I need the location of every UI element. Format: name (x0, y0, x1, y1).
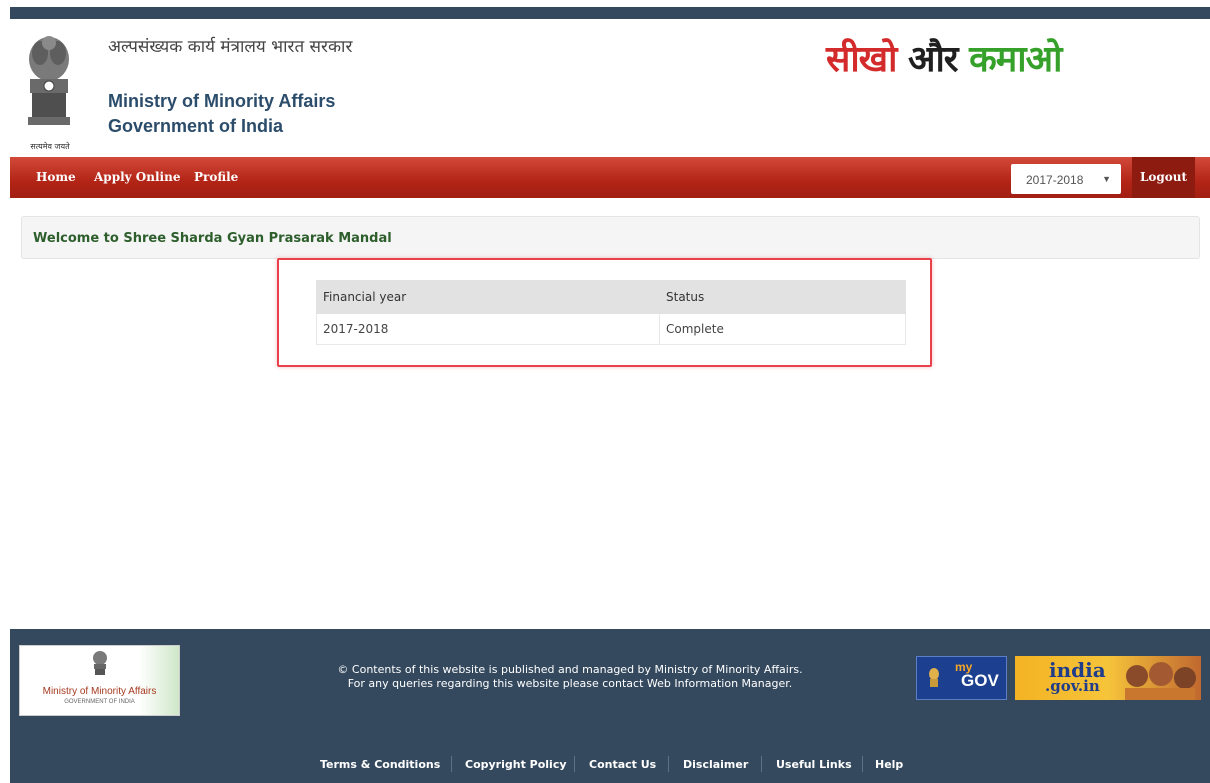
footer-logo-subtext: GOVERNMENT OF INDIA (64, 699, 135, 705)
table-row: 2017-2018 Complete (316, 313, 906, 345)
site-footer: Ministry of Minority Affairs GOVERNMENT … (10, 629, 1210, 783)
financial-year-select[interactable]: 2017-2018 ▼ (1011, 164, 1121, 194)
financial-year-status-table: Financial year Status 2017-2018 Complete (316, 280, 906, 345)
site-header: सत्यमेव जयते अल्पसंख्यक कार्य मंत्रालय भ… (10, 19, 1210, 157)
mygov-label: GOV (961, 671, 999, 690)
cell-financial-year: 2017-2018 (316, 313, 660, 345)
divider (668, 756, 669, 772)
footer-link-useful-links[interactable]: Useful Links (776, 758, 852, 771)
ministry-name-english: Ministry of Minority Affairs (108, 91, 336, 111)
nav-home-link[interactable]: Home (36, 170, 76, 184)
column-header-status: Status (659, 280, 906, 314)
nav-profile-link[interactable]: Profile (194, 170, 238, 184)
children-photo-icon (1125, 662, 1196, 700)
nav-apply-online-link[interactable]: Apply Online (94, 170, 180, 184)
indiagov-label-bottom: .gov.in (1045, 677, 1100, 695)
divider (574, 756, 575, 772)
divider (451, 756, 452, 772)
footer-text-line-2: For any queries regarding this website p… (347, 677, 793, 690)
national-emblem: सत्यमेव जयते (20, 29, 78, 151)
welcome-panel: Welcome to Shree Sharda Gyan Prasarak Ma… (21, 216, 1200, 259)
welcome-message: Welcome to Shree Sharda Gyan Prasarak Ma… (33, 231, 392, 246)
cell-status: Complete (659, 313, 906, 345)
emblem-caption: सत्यमेव जयते (30, 142, 70, 151)
footer-copyright-text: © Contents of this website is published … (305, 663, 835, 691)
divider (862, 756, 863, 772)
ashoka-emblem-icon (28, 36, 70, 125)
ashoka-emblem-icon (93, 651, 107, 675)
footer-logo-text: Ministry of Minority Affairs (42, 686, 157, 697)
slogan-part-2: और (907, 39, 959, 80)
footer-link-copyright[interactable]: Copyright Policy (465, 758, 567, 771)
government-name-english: Government of India (108, 116, 284, 136)
top-strip (10, 7, 1210, 19)
slogan-part-1: सीखो (826, 39, 897, 80)
chevron-down-icon: ▼ (1102, 174, 1111, 184)
ministry-name-hindi: अल्पसंख्यक कार्य मंत्रालय भारत सरकार (108, 37, 353, 57)
table-header-row: Financial year Status (316, 280, 906, 314)
ashoka-emblem-icon (929, 668, 939, 687)
main-navbar: Home Apply Online Profile 2017-2018 ▼ Lo… (10, 157, 1210, 198)
mygov-link[interactable]: my GOV (916, 656, 1007, 700)
india-gov-in-link[interactable]: india .gov.in (1015, 656, 1201, 700)
footer-link-contact[interactable]: Contact Us (589, 758, 656, 771)
year-select-value: 2017-2018 (1026, 173, 1084, 187)
slogan-part-3: कमाओ (969, 39, 1062, 80)
divider (761, 756, 762, 772)
footer-link-disclaimer[interactable]: Disclaimer (683, 758, 748, 771)
logout-button[interactable]: Logout (1132, 157, 1195, 198)
ministry-footer-logo[interactable]: Ministry of Minority Affairs GOVERNMENT … (19, 645, 180, 716)
seekho-aur-kamao-logo: सीखो और कमाओ (826, 33, 1062, 82)
footer-link-help[interactable]: Help (875, 758, 903, 771)
footer-text-line-1: © Contents of this website is published … (337, 663, 803, 676)
column-header-financial-year: Financial year (316, 280, 660, 314)
footer-link-terms[interactable]: Terms & Conditions (320, 758, 440, 771)
